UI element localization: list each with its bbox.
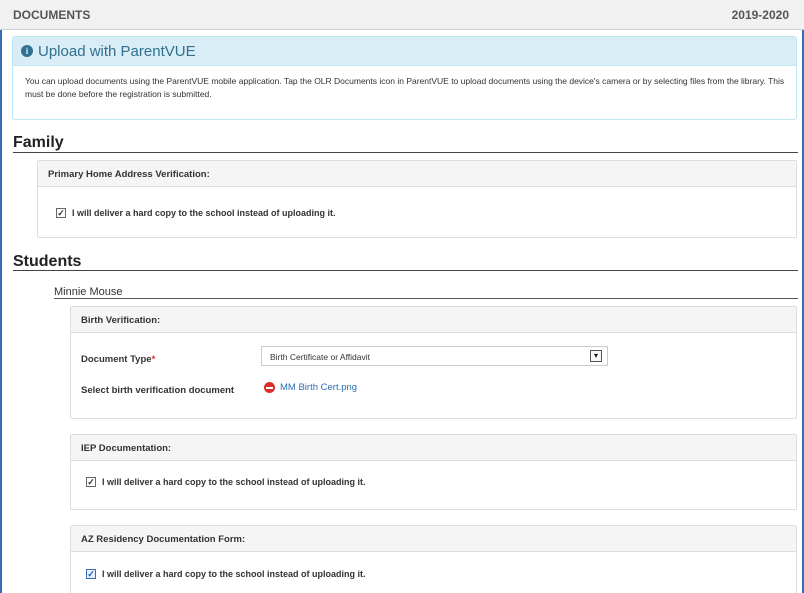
alert-body: You can upload documents using the Paren… (25, 76, 785, 99)
panel-title: Primary Home Address Verification: (38, 161, 796, 187)
hardcopy-label: I will deliver a hard copy to the school… (102, 569, 366, 579)
az-residency-panel: AZ Residency Documentation Form: ✓ I wil… (70, 525, 797, 593)
home-address-hardcopy-row[interactable]: ✓ I will deliver a hard copy to the scho… (56, 208, 336, 218)
hardcopy-label: I will deliver a hard copy to the school… (72, 208, 336, 218)
student-divider (54, 298, 798, 299)
panel-title: IEP Documentation: (71, 435, 796, 461)
family-divider (13, 152, 798, 153)
select-birth-doc-label: Select birth verification document (81, 385, 235, 396)
hardcopy-label: I will deliver a hard copy to the school… (102, 477, 366, 487)
page-title: DOCUMENTS (13, 8, 91, 22)
student-name: Minnie Mouse (54, 286, 123, 298)
panel-title: AZ Residency Documentation Form: (71, 526, 796, 552)
students-heading: Students (13, 253, 82, 270)
alert-title: Upload with ParentVUE (38, 42, 196, 60)
required-mark: * (151, 354, 156, 365)
upload-info-alert: i Upload with ParentVUE You can upload d… (12, 36, 797, 120)
iep-documentation-panel: IEP Documentation: ✓ I will deliver a ha… (70, 434, 797, 510)
panel-title: Birth Verification: (71, 307, 796, 333)
document-type-label: Document Type* (81, 354, 155, 365)
birth-cert-file-link[interactable]: MM Birth Cert.png (280, 382, 357, 393)
document-type-value: Birth Certificate or Affidavit (270, 352, 370, 362)
family-heading: Family (13, 134, 64, 151)
school-year: 2019-2020 (731, 8, 789, 22)
home-address-panel: Primary Home Address Verification: ✓ I w… (37, 160, 797, 238)
document-type-label-text: Document Type (81, 354, 152, 365)
remove-file-icon[interactable] (264, 382, 275, 393)
document-type-select[interactable]: Birth Certificate or Affidavit ▾ (261, 346, 608, 366)
documents-header-bar: DOCUMENTS 2019-2020 (0, 0, 804, 30)
alert-header: i Upload with ParentVUE (13, 37, 796, 66)
chevron-down-icon[interactable]: ▾ (590, 350, 602, 362)
home-address-hardcopy-checkbox[interactable]: ✓ (56, 208, 66, 218)
students-divider (13, 270, 798, 271)
birth-verification-panel: Birth Verification: Document Type* Birth… (70, 306, 797, 419)
iep-hardcopy-checkbox[interactable]: ✓ (86, 477, 96, 487)
az-residency-hardcopy-row[interactable]: ✓ I will deliver a hard copy to the scho… (86, 569, 366, 579)
iep-hardcopy-row[interactable]: ✓ I will deliver a hard copy to the scho… (86, 477, 366, 487)
az-residency-hardcopy-checkbox[interactable]: ✓ (86, 569, 96, 579)
info-circle-icon: i (21, 45, 33, 57)
